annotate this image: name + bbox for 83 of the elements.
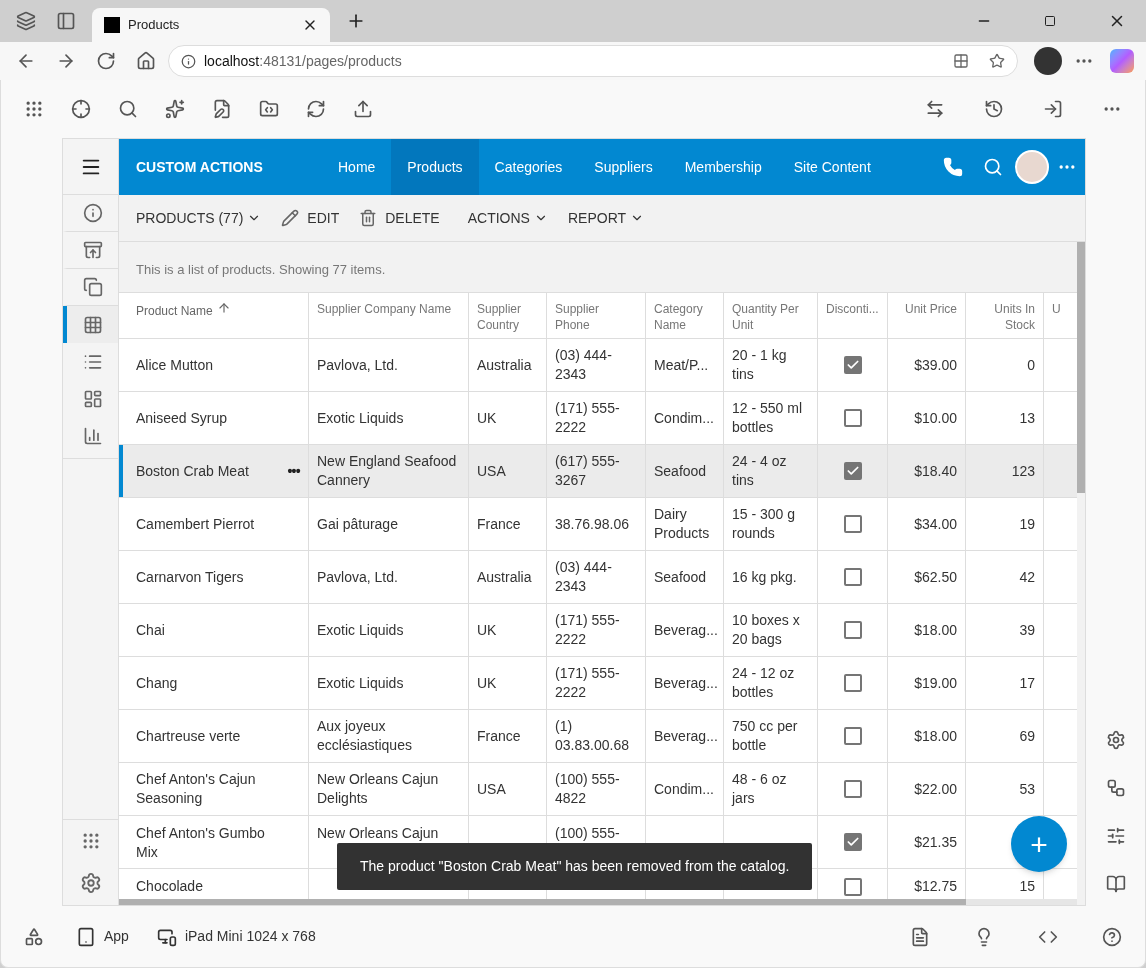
table-cell: Exotic Liquids: [317, 620, 404, 640]
table-cell: $62.50: [914, 567, 957, 587]
table-cell: 13: [1019, 408, 1035, 428]
table-cell-text: 12 - 550 ml bottles: [732, 399, 804, 437]
table-cell: USA: [477, 779, 506, 799]
brand-title: CUSTOM ACTIONS: [136, 157, 264, 177]
table-cell-text: (171) 555-2222: [555, 611, 621, 649]
table-cell: (1) 03.83.00.68: [555, 717, 627, 755]
table-cell-text: 48 - 6 oz jars: [732, 770, 788, 808]
table-cell-text: 750 cc per bottle: [732, 717, 799, 755]
table-cell: USA: [477, 461, 506, 481]
table-cell: Beverag...: [654, 620, 718, 640]
table-cell: Beverag...: [654, 726, 718, 746]
table-cell: $12.75: [914, 877, 957, 896]
table-cell: $39.00: [914, 355, 957, 375]
table-cell: 53: [1019, 779, 1035, 799]
table-cell: UK: [477, 673, 497, 693]
tab-title: Products: [128, 16, 181, 35]
table-cell-text: 20 - 1 kg tins: [732, 346, 788, 384]
table-cell-text: Chef Anton's Cajun Seasoning: [136, 770, 257, 808]
table-cell: $34.00: [914, 514, 957, 534]
table-cell: 123: [1011, 461, 1035, 481]
table-cell-text: 24 - 12 oz bottles: [732, 664, 796, 702]
table-cell-text: (171) 555-2222: [555, 399, 621, 437]
table-cell: 15: [1019, 877, 1035, 896]
table-cell-text: New England Seafood Cannery: [317, 452, 458, 490]
table-cell: $19.00: [914, 673, 957, 693]
table-cell-text: (03) 444-2343: [555, 346, 613, 384]
table-cell: 42: [1019, 567, 1035, 587]
table-cell: Condim...: [654, 408, 714, 428]
table-cell: 19: [1019, 514, 1035, 534]
table-cell: Exotic Liquids: [317, 673, 404, 693]
table-cell: Chang: [136, 673, 178, 693]
table-cell: Chartreuse verte: [136, 726, 241, 746]
table-cell-text: 15 - 300 g rounds: [732, 505, 797, 543]
table-cell-text: New Orleans Cajun Delights: [317, 770, 440, 808]
table-cell: Australia: [477, 355, 532, 375]
table-cell-text: Aux joyeux ecclésiastiques: [317, 717, 413, 755]
table-cell-text: 10 boxes x 20 bags: [732, 611, 801, 649]
table-cell-text: (617) 555-3267: [555, 452, 621, 490]
table-cell: $18.00: [914, 620, 957, 640]
table-cell: Australia: [477, 567, 532, 587]
description-text: This is a list of products. Showing 77 items.: [136, 260, 386, 279]
table-cell: 16 kg pkg.: [732, 567, 797, 587]
table-cell: (100) 555-: [555, 824, 620, 843]
table-cell: 17: [1019, 673, 1035, 693]
table-cell-text: (03) 444-2343: [555, 558, 613, 596]
table-cell-text: 24 - 4 oz tins: [732, 452, 788, 490]
table-cell: France: [477, 514, 521, 534]
table-cell: Meat/P...: [654, 355, 709, 375]
table-cell: Condim...: [654, 779, 714, 799]
table-cell-text: Chef Anton's Gumbo Mix: [136, 824, 266, 862]
table-cell: Camembert Pierrot: [136, 514, 255, 534]
table-cell: France: [477, 726, 521, 746]
table-cell: Beverag...: [654, 673, 718, 693]
table-cell: Alice Mutton: [136, 355, 214, 375]
table-cell: 38.76.98.06: [555, 514, 627, 534]
table-cell-text: (100) 555-4822: [555, 770, 621, 808]
table-cell: $21.35: [914, 832, 957, 852]
table-cell: Chocolade: [136, 877, 203, 896]
table-cell: Carnarvon Tigers: [136, 567, 244, 587]
table-cell: Seafood: [654, 461, 707, 481]
table-cell: New Orleans Cajun: [317, 824, 439, 843]
table-cell: UK: [477, 408, 497, 428]
table-cell: Exotic Liquids: [317, 408, 404, 428]
table-cell: 0: [1027, 355, 1035, 375]
table-cell-text: Dairy Products: [654, 505, 711, 543]
table-cell: $10.00: [914, 408, 957, 428]
table-cell: Gai pâturage: [317, 514, 398, 534]
table-cell: Aniseed Syrup: [136, 408, 228, 428]
table-cell: UK: [477, 620, 497, 640]
table-cell: Pavlova, Ltd.: [317, 355, 398, 375]
table-cell: Pavlova, Ltd.: [317, 567, 398, 587]
table-cell: 69: [1019, 726, 1035, 746]
table-cell: 39: [1019, 620, 1035, 640]
table-cell: $18.40: [914, 461, 957, 481]
table-cell-text: (171) 555-2222: [555, 664, 621, 702]
table-cell: $18.00: [914, 726, 957, 746]
table-cell: Boston Crab Meat: [136, 461, 249, 481]
table-cell: $22.00: [914, 779, 957, 799]
removal-toast: The product "Boston Crab Meat" has been removed from the catalog.: [337, 843, 813, 890]
table-cell: Chai: [136, 620, 165, 640]
table-cell: Seafood: [654, 567, 707, 587]
